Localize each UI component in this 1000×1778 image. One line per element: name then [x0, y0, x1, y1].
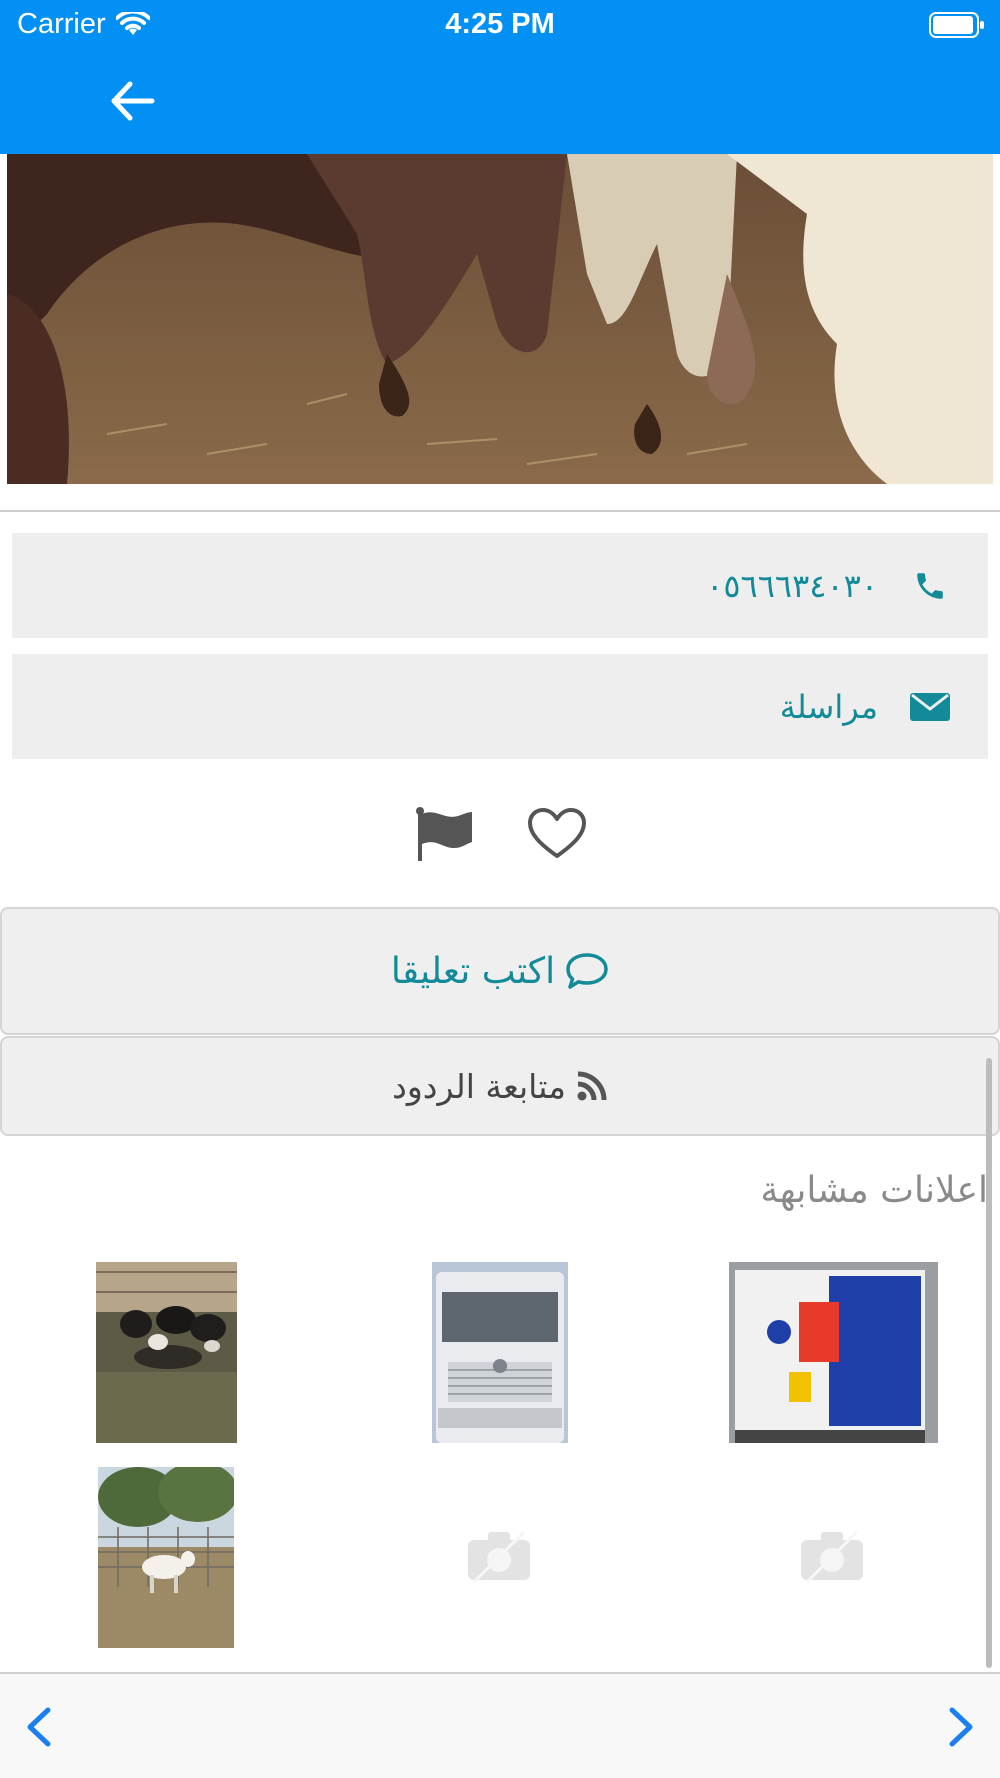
similar-ad-thumb-sheep-pen[interactable]: [96, 1262, 237, 1443]
follow-replies-label: متابعة الردود: [392, 1066, 566, 1106]
message-row[interactable]: مراسلة: [12, 654, 988, 759]
write-comment-label: اكتب تعليقا: [390, 950, 556, 992]
envelope-icon: [910, 687, 950, 727]
report-flag-icon[interactable]: [414, 806, 476, 862]
back-arrow-icon[interactable]: [104, 74, 164, 128]
battery-icon: [929, 12, 984, 38]
no-image-camera-icon: [801, 1530, 863, 1584]
chevron-left-icon[interactable]: [20, 1704, 60, 1750]
phone-icon: [910, 566, 950, 606]
similar-ad-thumb-sheep[interactable]: [98, 1467, 234, 1648]
phone-row[interactable]: ٠٥٦٦٦٣٤٠٣٠: [12, 533, 988, 638]
no-image-camera-icon: [468, 1530, 530, 1584]
bottom-toolbar: [0, 1672, 1000, 1778]
chevron-right-icon[interactable]: [940, 1704, 980, 1750]
ad-photo: [7, 154, 993, 484]
follow-replies-button[interactable]: متابعة الردود: [0, 1036, 1000, 1136]
comment-bubble-icon: [566, 953, 608, 989]
section-divider: [0, 510, 1000, 512]
status-time: 4:25 PM: [445, 8, 555, 40]
phone-number: ٠٥٦٦٦٣٤٠٣٠: [706, 566, 878, 605]
message-label: مراسلة: [779, 687, 878, 726]
favorite-heart-icon[interactable]: [526, 806, 588, 862]
write-comment-button[interactable]: اكتب تعليقا: [0, 907, 1000, 1035]
similar-ads-title: اعلانات مشابهة: [760, 1170, 988, 1211]
rss-icon: [577, 1071, 607, 1101]
similar-ad-thumb-generator[interactable]: [729, 1262, 938, 1443]
status-bar: Carrier 4:25 PM: [0, 0, 1000, 52]
scrollbar[interactable]: [986, 1058, 992, 1668]
similar-ad-thumb-truck[interactable]: [432, 1262, 568, 1443]
